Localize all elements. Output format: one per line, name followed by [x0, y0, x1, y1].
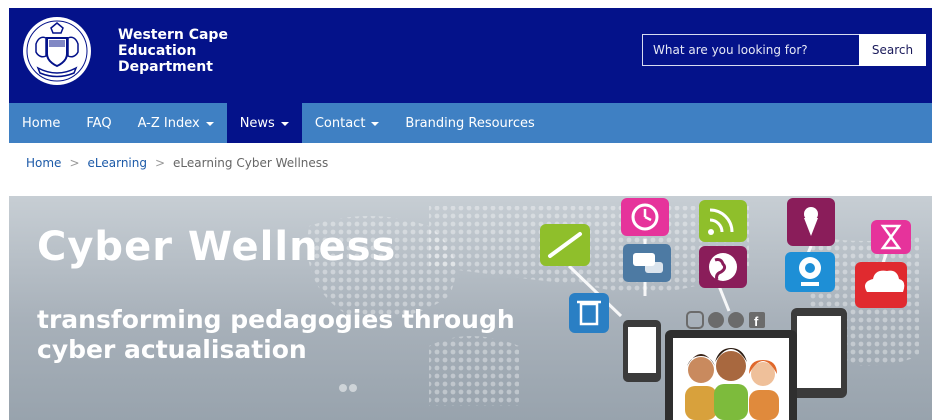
- map-dots: [349, 384, 357, 392]
- hero-banner: f Cyber Wellness transforming pedagogies…: [9, 196, 932, 420]
- twitter-icon: [708, 312, 724, 328]
- rss-icon: [699, 200, 747, 242]
- pencil-icon: [540, 224, 590, 266]
- banner-title: Cyber Wellness: [37, 224, 397, 270]
- nav-label-faq: FAQ: [86, 115, 112, 131]
- phone-icon: [623, 320, 661, 382]
- site-header: Western Cape Education Department Search: [9, 8, 932, 103]
- map-dots: [339, 384, 347, 392]
- nav-item-branding-resources[interactable]: Branding Resources: [392, 103, 547, 143]
- cloud-icon: [855, 262, 907, 308]
- caret-down-icon: [371, 122, 380, 126]
- nav-label-home: Home: [22, 115, 61, 131]
- nav-item-faq[interactable]: FAQ: [73, 103, 124, 143]
- main-nav: Home FAQ A-Z Index News Contact Branding…: [9, 103, 932, 143]
- breadcrumb: Home > eLearning > eLearning Cyber Welln…: [26, 156, 328, 170]
- banner-subtitle: transforming pedagogies through cyber ac…: [37, 305, 515, 365]
- breadcrumb-separator: >: [154, 156, 166, 170]
- breadcrumb-home[interactable]: Home: [26, 156, 61, 170]
- ice-cream-icon: [787, 198, 835, 246]
- search-input[interactable]: [642, 34, 859, 66]
- banner-subtitle-line1: transforming pedagogies through: [37, 305, 515, 334]
- nav-label-branding-resources: Branding Resources: [405, 115, 535, 131]
- search-form: Search: [642, 34, 926, 66]
- wordpress-icon: [728, 312, 744, 328]
- org-name-line1: Western Cape: [118, 27, 228, 43]
- globe-icon: [699, 246, 747, 288]
- nav-label-az-index: A-Z Index: [137, 115, 200, 131]
- trash-icon: [569, 293, 609, 333]
- tablet-icon: [791, 308, 847, 398]
- laptop-icon: [665, 330, 797, 420]
- nav-item-az-index[interactable]: A-Z Index: [125, 103, 227, 143]
- nav-item-home[interactable]: Home: [9, 103, 73, 143]
- org-name-line3: Department: [118, 59, 213, 75]
- search-button[interactable]: Search: [859, 34, 926, 66]
- social-icons: f: [686, 311, 765, 329]
- nav-label-contact: Contact: [314, 115, 366, 131]
- chat-icon: [623, 244, 671, 282]
- caret-down-icon: [280, 122, 289, 126]
- banner-subtitle-line2: cyber actualisation: [37, 335, 307, 364]
- org-name[interactable]: Western Cape Education Department: [118, 27, 228, 75]
- nav-item-news[interactable]: News: [226, 103, 302, 143]
- nav-label-news: News: [239, 115, 275, 131]
- coat-of-arms-icon[interactable]: [22, 16, 92, 86]
- caret-down-icon: [205, 122, 214, 126]
- breadcrumb-elearning[interactable]: eLearning: [88, 156, 147, 170]
- nav-item-contact[interactable]: Contact: [302, 103, 393, 143]
- clock-icon: [621, 198, 669, 236]
- org-name-line2: Education: [118, 43, 197, 59]
- breadcrumb-separator: >: [69, 156, 80, 170]
- breadcrumb-current: eLearning Cyber Wellness: [173, 156, 329, 170]
- hourglass-icon: [871, 220, 911, 254]
- svg-text:f: f: [754, 314, 759, 329]
- instagram-icon: [686, 311, 704, 329]
- webcam-icon: [785, 252, 835, 292]
